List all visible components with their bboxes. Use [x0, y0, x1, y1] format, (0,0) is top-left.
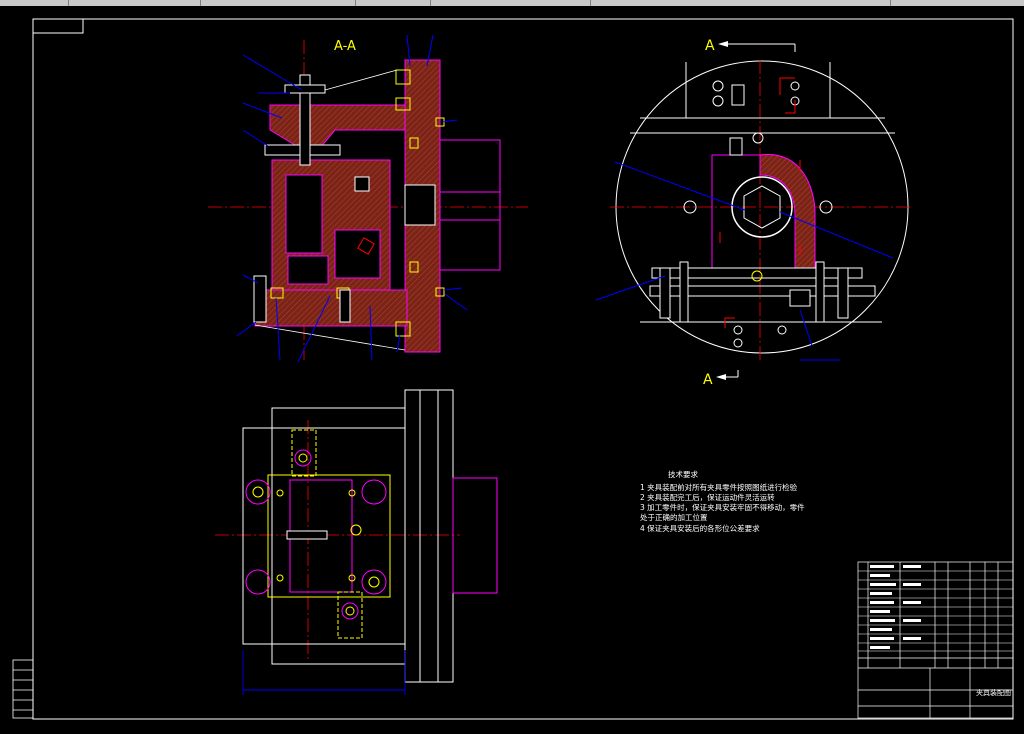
- note-line-3: 3 加工零件时，保证夹具安装牢固不得移动，零件: [640, 502, 805, 512]
- drawing-border: [32, 18, 1014, 720]
- section-label: A-A: [334, 39, 356, 54]
- clamp-arm: [269, 104, 406, 149]
- cad-viewport[interactable]: { "drawing": { "section_label": "A-A", "…: [0, 0, 1024, 734]
- right-flange: [440, 139, 501, 271]
- leaders-detail: [595, 161, 894, 361]
- title-block-name: 夹具装配图: [976, 688, 1011, 697]
- technical-notes: 技术要求 1 夹具装配前对所有夹具零件按照图纸进行检验 2 夹具装配完工后，保证…: [640, 469, 805, 533]
- note-line-1: 1 夹具装配前对所有夹具零件按照图纸进行检验: [640, 482, 798, 492]
- view-arrow-label-top: A: [705, 38, 715, 54]
- left-revision-strip: [12, 659, 34, 719]
- view-arrow-label-bottom: A: [703, 372, 713, 388]
- plan-view[interactable]: [215, 389, 498, 695]
- note-line-4: 处于正确的加工位置: [640, 512, 708, 522]
- note-line-2: 2 夹具装配完工后，保证运动件灵活运转: [640, 492, 775, 502]
- note-line-5: 4 保证夹具安装后的各形位公差要求: [640, 523, 760, 533]
- view-a-detail[interactable]: A A: [595, 38, 910, 388]
- workpiece-fillet: [759, 154, 816, 269]
- corner-tag-box: [32, 18, 84, 34]
- drawing-canvas[interactable]: A-A A A 技术要求 1 夹具装配前对所有夹具零件按照图纸进行检验 2 夹具…: [0, 0, 1024, 734]
- section-view-a-a[interactable]: A-A: [208, 34, 528, 363]
- notes-heading: 技术要求: [668, 469, 698, 479]
